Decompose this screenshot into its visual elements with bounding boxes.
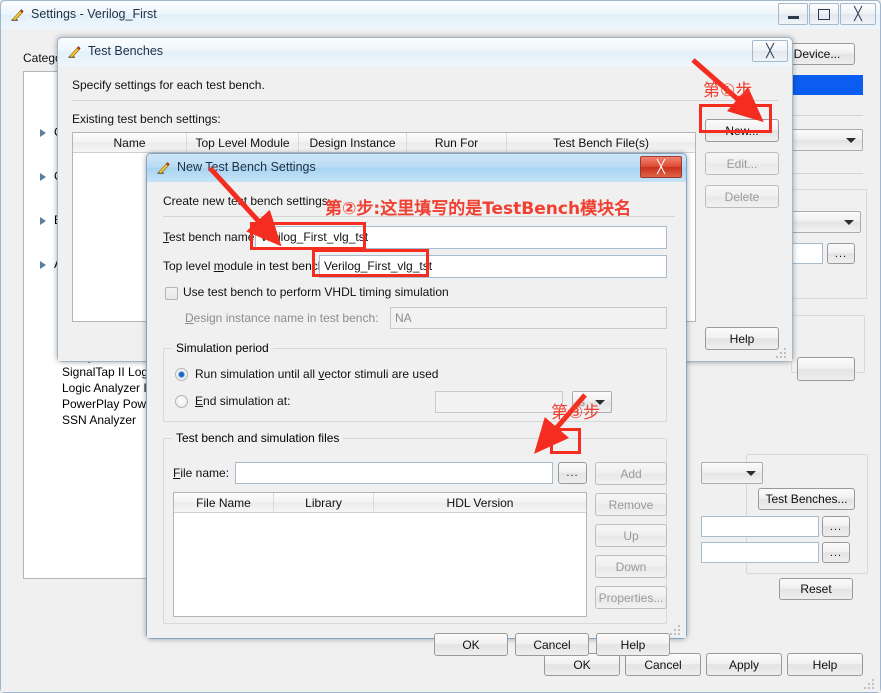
eda-browse-2[interactable]: ... bbox=[822, 542, 850, 563]
vhdl-timing-checkbox[interactable] bbox=[165, 287, 178, 300]
column-header[interactable]: Run For bbox=[407, 133, 507, 152]
new-test-bench-dialog: New Test Bench Settings ╳ Create new tes… bbox=[146, 153, 687, 656]
new-test-bench-titlebar: New Test Bench Settings ╳ bbox=[147, 154, 686, 183]
test-bench-name-label: Test bench name: bbox=[163, 230, 258, 244]
annotation-step-3: 第③步 bbox=[551, 403, 601, 423]
highlight-top-level-module bbox=[312, 249, 429, 277]
close-icon[interactable]: ╳ bbox=[640, 156, 682, 178]
test-benches-titlebar: Test Benches ╳ bbox=[58, 38, 792, 67]
right-combo-2[interactable] bbox=[789, 211, 861, 233]
test-benches-title: Test Benches bbox=[88, 44, 164, 58]
highlight-file-browse bbox=[550, 428, 581, 454]
file-browse-button[interactable]: ... bbox=[558, 462, 587, 484]
new-test-bench-title: New Test Bench Settings bbox=[177, 160, 316, 174]
eda-field-2[interactable] bbox=[701, 542, 819, 563]
top-level-module-label: Top level module in test bench: bbox=[163, 259, 328, 273]
apply-button[interactable]: Apply bbox=[706, 653, 782, 676]
expand-arrow-icon[interactable] bbox=[40, 261, 46, 269]
reset-button[interactable]: Reset bbox=[779, 578, 853, 600]
resize-grip[interactable] bbox=[776, 346, 788, 358]
radio-run-until-label: Run simulation until all vector stimuli … bbox=[195, 367, 439, 381]
cancel-button[interactable]: Cancel bbox=[625, 653, 701, 676]
design-instance-label: Design instance name in test bench: bbox=[185, 311, 379, 325]
files-group-legend: Test bench and simulation files bbox=[172, 431, 344, 445]
ok-button[interactable]: OK bbox=[544, 653, 620, 676]
test-bench-table-header: Name Top Level Module Design Instance Run F… bbox=[73, 133, 695, 153]
radio-end-simulation-at[interactable] bbox=[175, 395, 188, 408]
annotation-step-1: 第①步 bbox=[703, 81, 753, 101]
quartus-pencil-icon bbox=[157, 162, 170, 175]
new-test-bench-window-controls: ╳ bbox=[640, 156, 682, 178]
help-button[interactable]: Help bbox=[787, 653, 863, 676]
column-header[interactable]: Library bbox=[274, 493, 374, 512]
highlight-new-button bbox=[699, 104, 772, 133]
description-divider bbox=[72, 100, 778, 101]
existing-settings-label: Existing test bench settings: bbox=[72, 112, 221, 126]
right-combo-1[interactable] bbox=[787, 129, 863, 151]
eda-field-1[interactable] bbox=[701, 516, 819, 537]
delete-button[interactable]: Delete bbox=[705, 185, 779, 208]
up-button[interactable]: Up bbox=[595, 524, 667, 547]
simulation-period-legend: Simulation period bbox=[172, 341, 273, 355]
ok-button[interactable]: OK bbox=[434, 633, 508, 656]
maximize-button[interactable] bbox=[809, 3, 839, 25]
expand-arrow-icon[interactable] bbox=[40, 173, 46, 181]
right-browse-button-1[interactable]: ... bbox=[827, 243, 855, 264]
properties-button[interactable]: Properties... bbox=[595, 586, 667, 609]
file-table-header: File Name Library HDL Version bbox=[174, 493, 586, 513]
file-name-label: File name: bbox=[173, 466, 230, 480]
close-icon[interactable]: ╳ bbox=[752, 40, 788, 62]
file-name-input[interactable] bbox=[235, 462, 553, 484]
cancel-button[interactable]: Cancel bbox=[515, 633, 589, 656]
radio-run-until-stimuli[interactable] bbox=[175, 368, 188, 381]
divider-1 bbox=[791, 115, 863, 116]
column-header[interactable]: Design Instance bbox=[299, 133, 407, 152]
column-header[interactable]: Name bbox=[73, 133, 187, 152]
test-benches-description: Specify settings for each test bench. bbox=[72, 78, 265, 92]
resize-grip[interactable] bbox=[864, 677, 876, 689]
column-header[interactable]: File Name bbox=[174, 493, 274, 512]
column-header[interactable]: Test Bench File(s) bbox=[507, 133, 695, 152]
divider-2 bbox=[787, 173, 863, 174]
selected-list-row bbox=[791, 75, 863, 95]
down-button[interactable]: Down bbox=[595, 555, 667, 578]
eda-combo[interactable] bbox=[701, 462, 763, 484]
vhdl-timing-label: Use test bench to perform VHDL timing si… bbox=[183, 285, 449, 299]
settings-window-title: Settings - Verilog_First bbox=[31, 7, 157, 21]
expand-arrow-icon[interactable] bbox=[40, 217, 46, 225]
help-button[interactable]: Help bbox=[596, 633, 670, 656]
file-table[interactable]: File Name Library HDL Version bbox=[173, 492, 587, 617]
expand-arrow-icon[interactable] bbox=[40, 129, 46, 137]
end-simulation-input[interactable] bbox=[435, 391, 563, 413]
test-benches-help-button[interactable]: Help bbox=[705, 327, 779, 350]
annotation-step-2: 第②步:这里填写的是TestBench模块名 bbox=[325, 199, 632, 219]
minimize-button[interactable] bbox=[778, 3, 808, 25]
quartus-pencil-icon bbox=[11, 9, 24, 22]
add-button[interactable]: Add bbox=[595, 462, 667, 485]
column-header[interactable]: Top Level Module bbox=[187, 133, 299, 152]
resize-grip[interactable] bbox=[670, 623, 682, 635]
right-inner-button[interactable] bbox=[797, 357, 855, 381]
edit-button[interactable]: Edit... bbox=[705, 152, 779, 175]
radio-end-simulation-label: End simulation at: bbox=[195, 394, 291, 408]
test-benches-button[interactable]: Test Benches... bbox=[758, 488, 855, 510]
design-instance-input: NA bbox=[390, 307, 667, 329]
close-button[interactable]: ╳ bbox=[840, 3, 876, 25]
new-test-bench-description: Create new test bench settings. bbox=[163, 194, 332, 208]
column-header[interactable]: HDL Version bbox=[374, 493, 586, 512]
settings-window-controls: ╳ bbox=[778, 3, 876, 25]
test-benches-window-controls: ╳ bbox=[752, 40, 788, 62]
remove-button[interactable]: Remove bbox=[595, 493, 667, 516]
quartus-pencil-icon bbox=[68, 46, 81, 59]
settings-titlebar: Settings - Verilog_First ╳ bbox=[1, 1, 880, 30]
eda-browse-1[interactable]: ... bbox=[822, 516, 850, 537]
right-field-1[interactable] bbox=[789, 243, 823, 264]
highlight-test-bench-name bbox=[250, 222, 366, 250]
sidebar-item-label: SSN Analyzer bbox=[62, 413, 137, 427]
